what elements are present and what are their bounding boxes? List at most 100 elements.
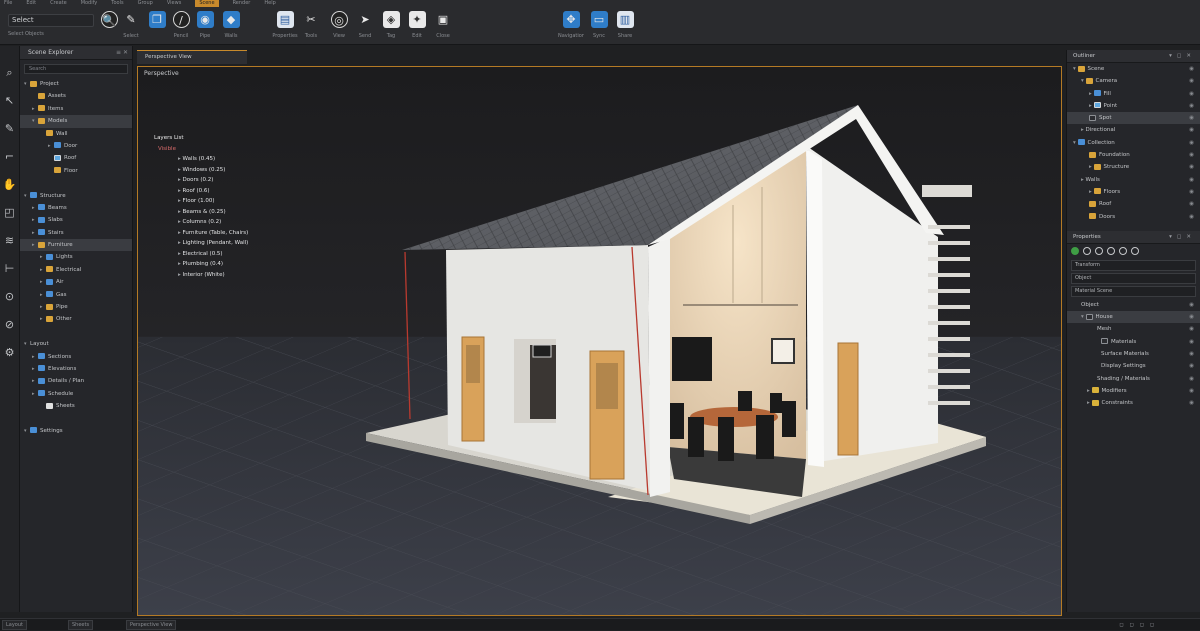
layer-item[interactable]: Roof (0.6) (154, 186, 248, 197)
outliner-item[interactable]: Roof ◉ (1067, 198, 1200, 210)
layer-item[interactable]: Plumbing (0.4) (154, 259, 248, 270)
visibility-icon[interactable]: ◉ (1189, 348, 1194, 360)
pencil-icon[interactable]: ✎ (3, 122, 17, 136)
visibility-icon[interactable]: ◉ (1189, 336, 1194, 348)
tree-item[interactable]: ▸ Elevations (20, 363, 132, 375)
menu-item-create[interactable]: Create (50, 0, 67, 7)
outliner-item[interactable]: Spot ◉ (1067, 112, 1200, 125)
menu-item-views[interactable]: Views (167, 0, 181, 7)
tree-item[interactable]: ▸ Details / Plan (20, 375, 132, 387)
viewport-corner-label[interactable]: Perspective (144, 70, 179, 77)
properties-tool-icon[interactable] (1095, 246, 1103, 255)
tree-item[interactable]: ▸ Electrical (20, 264, 132, 276)
ribbon-button-properties[interactable]: ▤ Properties (272, 11, 298, 43)
visibility-icon[interactable]: ◉ (1189, 385, 1194, 397)
settings-icon[interactable]: ⚙ (3, 346, 17, 360)
ribbon-button-pencil[interactable]: / Pencil (168, 11, 194, 43)
tree-item[interactable]: ▾ Models (20, 115, 132, 128)
visibility-icon[interactable]: ◉ (1189, 63, 1194, 75)
grid-icon[interactable]: ◻ (1119, 622, 1129, 628)
tree-item[interactable]: ▾ Project (20, 78, 132, 90)
ortho-icon[interactable]: ◻ (1140, 622, 1150, 628)
tree-item[interactable]: ▸ Door (20, 140, 132, 152)
status-tab-layout[interactable]: Layout (2, 620, 27, 630)
snap-icon[interactable]: ◻ (1130, 622, 1140, 628)
menu-item-group[interactable]: Group (138, 0, 153, 7)
tree-item[interactable]: ▾ Structure (20, 190, 132, 202)
layer-item[interactable]: Windows (0.25) (154, 165, 248, 176)
menu-item-modify[interactable]: Modify (81, 0, 98, 7)
properties-window-buttons[interactable]: ▾◻✕ (1169, 231, 1196, 244)
ribbon-button-tools[interactable]: ✂ Tools (298, 11, 324, 43)
menu-item-render[interactable]: Render (233, 0, 251, 7)
outliner-item[interactable]: ▾ Collection ◉ (1067, 137, 1200, 149)
expand-arrow-icon[interactable]: ▾ (1081, 78, 1086, 84)
tree-item[interactable]: ▾ Settings (20, 425, 132, 437)
tree-item[interactable]: ▸ Other (20, 313, 132, 325)
tree-item[interactable] (20, 326, 132, 338)
visibility-icon[interactable]: ◉ (1189, 149, 1194, 161)
ribbon-button-layers[interactable]: ❐ (144, 11, 170, 43)
outliner-item[interactable]: Surface Materials ◉ (1067, 348, 1200, 360)
properties-tool-icon[interactable] (1071, 246, 1079, 255)
scene-search-input[interactable]: Search (24, 64, 128, 74)
expand-arrow-icon[interactable]: ▾ (1073, 140, 1078, 146)
hand-icon[interactable]: ✋ (3, 178, 17, 192)
viewport-scene[interactable] (138, 67, 1062, 616)
tree-item[interactable]: ▸ Sections (20, 351, 132, 363)
visibility-icon[interactable]: ◉ (1189, 124, 1194, 136)
ribbon-button-navigation[interactable]: ✥ Navigation (558, 11, 584, 43)
tree-item[interactable]: ▸ Schedule (20, 388, 132, 400)
menu-item-edit[interactable]: Edit (26, 0, 36, 7)
zoom-icon[interactable]: ◻ (1150, 622, 1160, 628)
visibility-icon[interactable]: ◉ (1189, 174, 1194, 186)
visibility-icon[interactable]: ◉ (1189, 100, 1194, 112)
tree-item[interactable]: ▸ Gas (20, 289, 132, 301)
ribbon-button-tag[interactable]: ◈ Tag (378, 11, 404, 43)
layer-item[interactable]: Lighting (Pendant, Wall) (154, 238, 249, 249)
outliner-item[interactable]: ▸ Fill ◉ (1067, 88, 1200, 100)
menu-item-tools[interactable]: Tools (111, 0, 123, 7)
ribbon-button-close[interactable]: ▣ Close (430, 11, 456, 43)
layer-item[interactable]: Walls (0.45) (154, 154, 248, 165)
outliner-item[interactable]: Materials ◉ (1067, 336, 1200, 348)
outliner-window-buttons[interactable]: ▾◻✕ (1169, 50, 1196, 63)
menu-item-file[interactable]: File (4, 0, 12, 7)
outliner-item[interactable]: Display Settings ◉ (1067, 360, 1200, 372)
visibility-icon[interactable]: ◉ (1189, 75, 1194, 87)
visibility-icon[interactable]: ◉ (1189, 373, 1194, 385)
layer-item[interactable]: Interior (White) (154, 270, 248, 281)
properties-tool-icon[interactable] (1107, 246, 1115, 255)
outliner-item[interactable]: Shading / Materials ◉ (1067, 373, 1200, 385)
ribbon-button-sync[interactable]: ▭ Sync (586, 11, 612, 43)
tree-item[interactable]: ▸ Slabs (20, 214, 132, 226)
outliner-item[interactable]: ▸ Structure ◉ (1067, 161, 1200, 173)
orbit-icon[interactable]: ⊙ (3, 290, 17, 304)
outliner-item[interactable]: Doors ◉ (1067, 211, 1200, 223)
tree-item[interactable]: ▸ Lights (20, 251, 132, 263)
tree-item[interactable]: ▸ Items (20, 103, 132, 115)
search-icon[interactable]: ⌕ (3, 66, 17, 80)
visibility-icon[interactable]: ◉ (1189, 299, 1194, 311)
property-field[interactable]: Transform (1071, 259, 1196, 271)
visibility-icon[interactable]: ◉ (1189, 112, 1194, 124)
expand-arrow-icon[interactable]: ▾ (1073, 66, 1078, 72)
ruler-icon[interactable]: ⊢ (3, 262, 17, 276)
brush-icon[interactable]: ⌐ (3, 150, 17, 164)
expand-arrow-icon[interactable]: ▾ (1081, 314, 1086, 320)
tree-item[interactable] (20, 413, 132, 425)
property-field[interactable]: Material Scene (1071, 285, 1196, 297)
ribbon-button-select[interactable]: ✎ Select (118, 11, 144, 43)
collapse-arrow-icon[interactable]: ▸ (1089, 103, 1094, 109)
3d-viewport[interactable]: Perspective Layers List Visible Walls (0… (137, 66, 1062, 616)
visibility-icon[interactable]: ◉ (1189, 161, 1194, 173)
outliner-item[interactable]: Object ◉ (1067, 299, 1200, 311)
layer-item[interactable]: Columns (0.2) (154, 217, 248, 228)
outliner-item[interactable]: ▾ Camera ◉ (1067, 75, 1200, 87)
outliner-item[interactable]: ▸ Point ◉ (1067, 100, 1200, 112)
tree-item[interactable]: Wall (20, 128, 132, 140)
visibility-icon[interactable]: ◉ (1189, 211, 1194, 223)
collapse-arrow-icon[interactable]: ▸ (1089, 164, 1094, 170)
visibility-icon[interactable]: ◉ (1189, 186, 1194, 198)
outliner-item[interactable]: ▸ Constraints ◉ (1067, 397, 1200, 409)
